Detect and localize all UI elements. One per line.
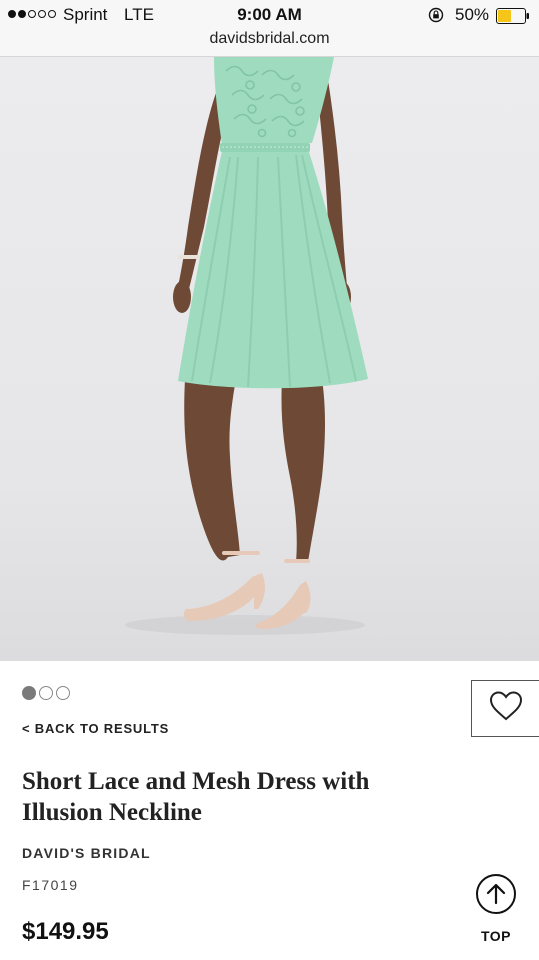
- carousel-dot[interactable]: [39, 686, 53, 700]
- product-sku: F17019: [22, 877, 79, 893]
- product-photo[interactable]: [0, 57, 539, 661]
- arrow-up-icon: [476, 874, 516, 914]
- rotation-lock-icon: [428, 7, 444, 28]
- status-row: Sprint LTE 9:00 AM 50%: [0, 5, 539, 27]
- product-price: $149.95: [22, 918, 109, 945]
- scroll-to-top-button[interactable]: TOP: [474, 874, 518, 944]
- favorite-button[interactable]: [471, 680, 539, 737]
- heart-icon: [488, 690, 524, 727]
- product-title: Short Lace and Mesh Dress with Illusion …: [22, 768, 370, 826]
- carousel-dot[interactable]: [22, 686, 36, 700]
- back-to-results-link[interactable]: < BACK TO RESULTS: [22, 721, 169, 736]
- status-bar: Sprint LTE 9:00 AM 50% davidsbridal.com: [0, 0, 539, 57]
- carousel-dot[interactable]: [56, 686, 70, 700]
- dress-illustration: [125, 57, 368, 635]
- address-bar-url[interactable]: davidsbridal.com: [0, 30, 539, 48]
- scroll-to-top-label: TOP: [480, 928, 512, 944]
- battery-percent: 50%: [455, 5, 490, 24]
- image-carousel-indicator[interactable]: [22, 686, 70, 700]
- product-brand[interactable]: DAVID'S BRIDAL: [22, 845, 151, 861]
- battery-icon: [496, 8, 530, 29]
